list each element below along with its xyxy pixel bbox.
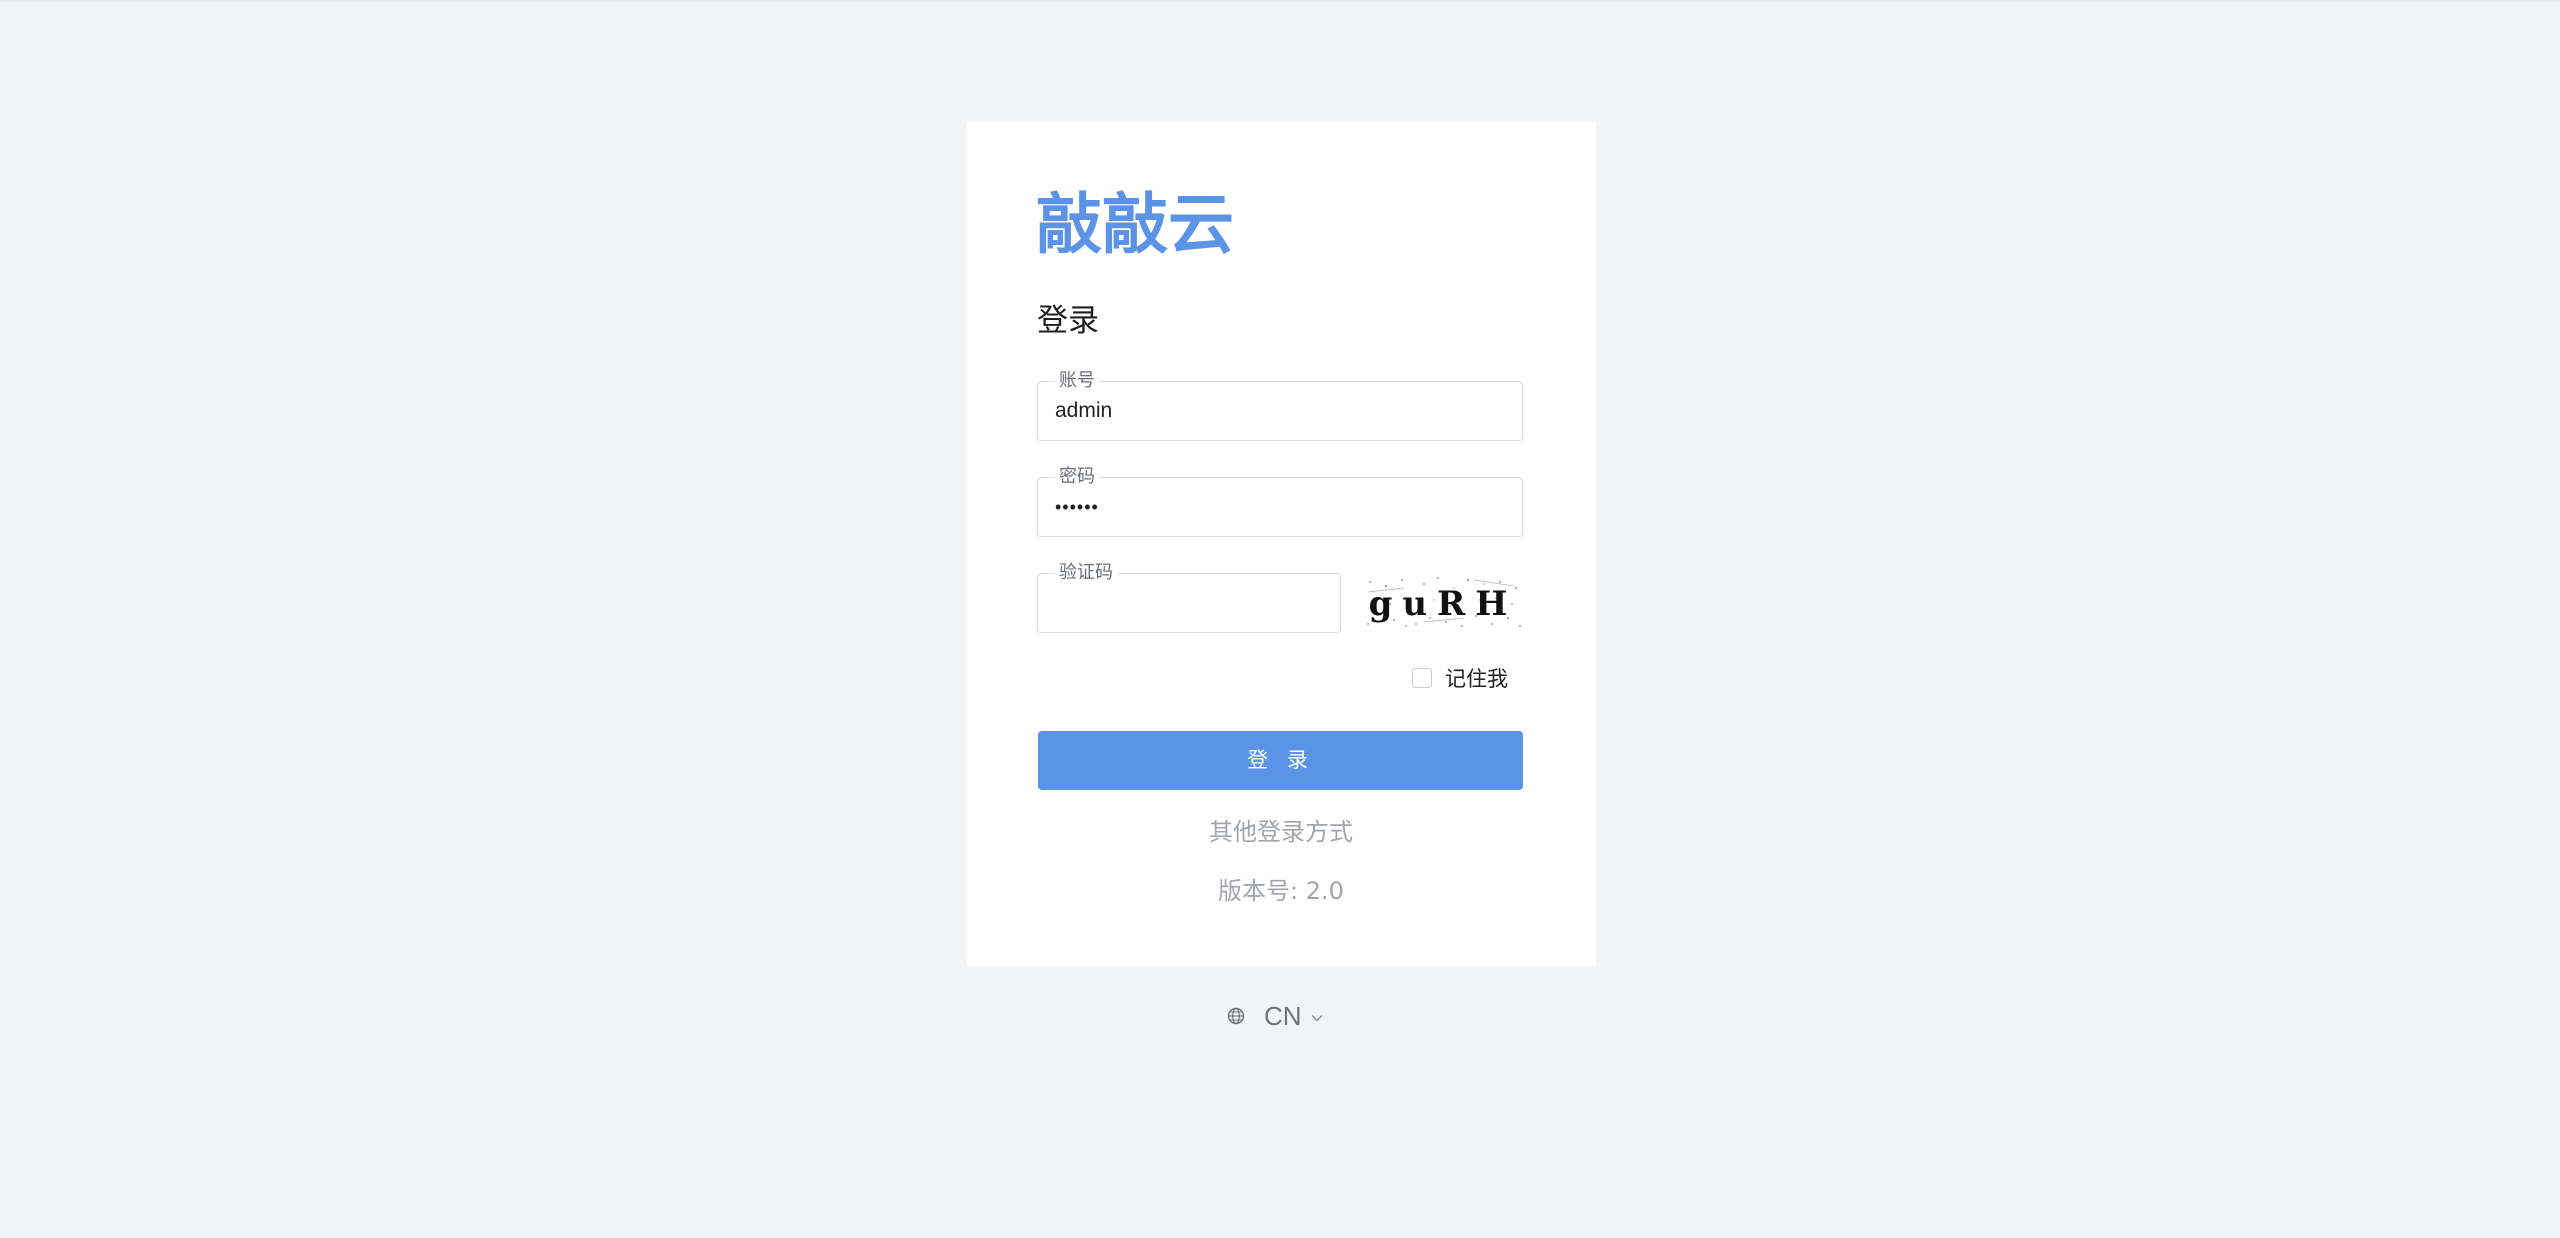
remember-me[interactable]: 记住我 (1412, 665, 1508, 691)
captcha-image[interactable]: guRH (1364, 574, 1522, 630)
other-login-link[interactable]: 其他登录方式 (966, 815, 1596, 849)
version-text: 版本号: 2.0 (1218, 877, 1344, 905)
remember-checkbox[interactable] (1412, 668, 1432, 688)
captcha-text: guRH (1369, 584, 1518, 624)
brand-logo: 敲敲云 (1036, 186, 1234, 263)
chevron-down-icon[interactable] (1310, 1011, 1324, 1025)
globe-icon (1227, 1007, 1245, 1025)
login-card: 敲敲云 登录 账号 admin 密码 •••••• 验证码 guRH 记住我 登… (966, 121, 1596, 967)
remember-label[interactable]: 记住我 (1445, 663, 1508, 693)
login-button[interactable]: 登 录 (1038, 731, 1523, 790)
language-label[interactable]: CN (1264, 1001, 1302, 1032)
captcha-image-graphic: guRH (1364, 574, 1522, 630)
password-value[interactable]: •••••• (1055, 478, 1099, 536)
language-switcher[interactable]: CN (1226, 999, 1324, 1033)
top-border (0, 0, 2560, 2)
captcha-label: 验证码 (1054, 563, 1118, 583)
captcha-field[interactable]: 验证码 (1037, 563, 1341, 633)
account-value[interactable]: admin (1055, 382, 1112, 440)
account-field[interactable]: 账号 admin (1037, 371, 1523, 441)
page-title: 登录 (1037, 303, 1099, 339)
password-field[interactable]: 密码 •••••• (1037, 467, 1523, 537)
